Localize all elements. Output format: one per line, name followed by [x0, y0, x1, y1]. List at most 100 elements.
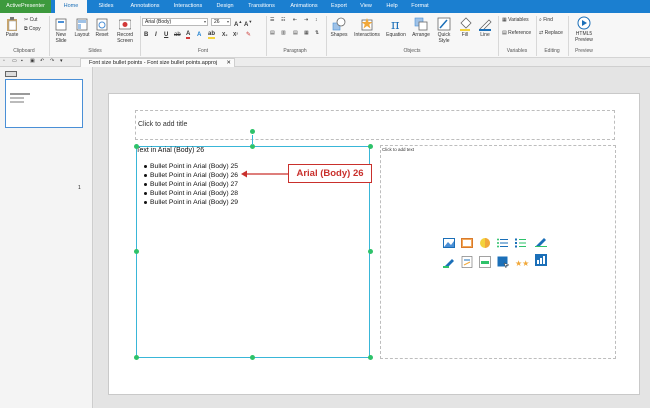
shapes-icon: [332, 17, 346, 31]
pen-draw-icon[interactable]: [535, 235, 547, 248]
slide-thumbnail[interactable]: [5, 79, 83, 128]
ribbon: Paste ✂ Cut ⧉ Copy Clipboard New Slide L…: [0, 13, 650, 58]
slides-group-label: Slides: [88, 48, 102, 54]
line-button[interactable]: Line: [476, 17, 494, 38]
variables-button[interactable]: ▦ Variables: [502, 17, 529, 24]
shapes-button[interactable]: Shapes: [329, 17, 349, 38]
resize-handle[interactable]: [368, 144, 373, 149]
fill-button[interactable]: Fill: [456, 17, 474, 38]
font-size-select[interactable]: 26 ▾: [211, 18, 231, 26]
checklist-icon[interactable]: [515, 237, 527, 249]
italic-button[interactable]: I: [155, 31, 157, 39]
chart-icon[interactable]: [535, 254, 547, 266]
resize-handle[interactable]: [250, 355, 255, 360]
slide-view-icon[interactable]: [5, 71, 17, 77]
reset-button[interactable]: Reset: [93, 17, 111, 38]
tab-export[interactable]: Export: [326, 0, 352, 13]
customize-icon[interactable]: ▾: [60, 58, 63, 65]
align-center-icon[interactable]: ▥: [281, 30, 286, 37]
cut-button[interactable]: ✂ Cut: [24, 17, 37, 24]
new-file-icon[interactable]: ▫: [3, 58, 5, 65]
app-menu-button[interactable]: ActivePresenter: [0, 0, 51, 13]
bullets-list-icon[interactable]: ☰: [270, 17, 274, 24]
image-icon[interactable]: [443, 237, 455, 249]
arrange-button[interactable]: Arrange: [410, 17, 432, 38]
open-folder-icon[interactable]: ▭: [12, 58, 17, 65]
align-right-icon[interactable]: ▤: [293, 30, 298, 37]
rating-stars-icon[interactable]: ★★: [515, 256, 529, 268]
document-tab[interactable]: Font size bullet points - Font size bull…: [80, 58, 235, 67]
tab-home[interactable]: Home: [55, 0, 87, 13]
font-color-button[interactable]: A: [186, 31, 191, 39]
decrease-indent-icon[interactable]: ⇤: [293, 17, 297, 24]
shrink-font-icon[interactable]: A▼: [244, 18, 252, 29]
rotate-handle[interactable]: [250, 129, 255, 134]
content-placeholder[interactable]: Click to add text: [380, 145, 616, 359]
text-direction-icon[interactable]: ⇅: [315, 30, 319, 37]
caption-icon[interactable]: [479, 256, 491, 268]
thumb-text-line: [10, 101, 24, 103]
tab-design[interactable]: Design: [211, 0, 239, 13]
justify-icon[interactable]: ▦: [304, 30, 309, 37]
title-placeholder-text: Click to add title: [138, 121, 188, 128]
find-button[interactable]: ⌕ Find: [539, 17, 553, 24]
paste-button[interactable]: Paste: [3, 17, 21, 38]
resize-handle[interactable]: [134, 355, 139, 360]
increase-indent-icon[interactable]: ⇥: [304, 17, 308, 24]
subscript-button[interactable]: X₂: [222, 31, 228, 39]
record-screen-button[interactable]: Record Screen: [112, 17, 138, 44]
reference-button[interactable]: ▤ Reference: [502, 30, 531, 37]
preview-group-label: Preview: [575, 48, 593, 54]
thumb-text-line: [10, 93, 30, 95]
quick-style-icon: [437, 17, 451, 31]
highlight-button[interactable]: ab: [208, 31, 216, 39]
new-slide-button[interactable]: New Slide: [51, 17, 71, 44]
pencil-icon[interactable]: [443, 256, 455, 269]
tab-animations[interactable]: Animations: [284, 0, 324, 13]
undo-icon[interactable]: ↶: [40, 58, 44, 65]
grow-font-icon[interactable]: A▲: [234, 18, 242, 29]
line-spacing-icon[interactable]: ↕: [315, 17, 318, 24]
tab-help[interactable]: Help: [381, 0, 403, 13]
tab-transitions[interactable]: Transitions: [243, 0, 280, 13]
title-placeholder[interactable]: Click to add title: [135, 110, 615, 140]
replace-button[interactable]: ⇄ Replace: [539, 30, 563, 37]
slide-number: 1: [78, 185, 81, 191]
font-family-select[interactable]: Arial (Body) ▾: [142, 18, 208, 26]
numbered-list-icon[interactable]: ☷: [281, 17, 285, 24]
superscript-button[interactable]: X²: [233, 31, 238, 39]
list-icon[interactable]: [497, 237, 509, 249]
document-icon[interactable]: [461, 256, 473, 268]
rotate-connector: [252, 135, 253, 145]
interactions-button[interactable]: Interactions: [352, 17, 382, 38]
resize-handle[interactable]: [368, 355, 373, 360]
close-icon[interactable]: ✕: [226, 59, 231, 67]
redo-icon[interactable]: ↷: [50, 58, 54, 65]
quick-style-button[interactable]: Quick Style: [434, 17, 454, 44]
text-effects-button[interactable]: A: [197, 31, 201, 39]
equation-button[interactable]: π Equation: [384, 17, 408, 38]
align-left-icon[interactable]: ▤: [270, 30, 275, 37]
copy-button[interactable]: ⧉ Copy: [24, 26, 41, 33]
resize-handle[interactable]: [134, 144, 139, 149]
html5-preview-button[interactable]: HTML5 Preview: [570, 16, 598, 43]
strikethrough-button[interactable]: ab: [174, 31, 181, 39]
screenshot-icon[interactable]: [497, 256, 510, 269]
tab-interactions[interactable]: Interactions: [168, 0, 208, 13]
save-icon[interactable]: ▪: [21, 58, 23, 65]
theme-color-icon[interactable]: [479, 237, 491, 249]
layout-icon: [76, 18, 88, 31]
resize-handle[interactable]: [368, 249, 373, 254]
body-heading: Text in Arial (Body) 26: [136, 147, 205, 154]
layout-button[interactable]: Layout: [72, 17, 92, 38]
video-icon[interactable]: [461, 237, 473, 249]
tab-view[interactable]: View: [355, 0, 377, 13]
clear-format-icon[interactable]: ✎: [246, 31, 251, 39]
tab-format[interactable]: Format: [406, 0, 434, 13]
resize-handle[interactable]: [134, 249, 139, 254]
underline-button[interactable]: U: [164, 31, 168, 39]
bold-button[interactable]: B: [144, 31, 148, 39]
save-as-icon[interactable]: ▣: [30, 58, 35, 65]
tab-slides[interactable]: Slides: [90, 0, 122, 13]
tab-annotations[interactable]: Annotations: [125, 0, 165, 13]
